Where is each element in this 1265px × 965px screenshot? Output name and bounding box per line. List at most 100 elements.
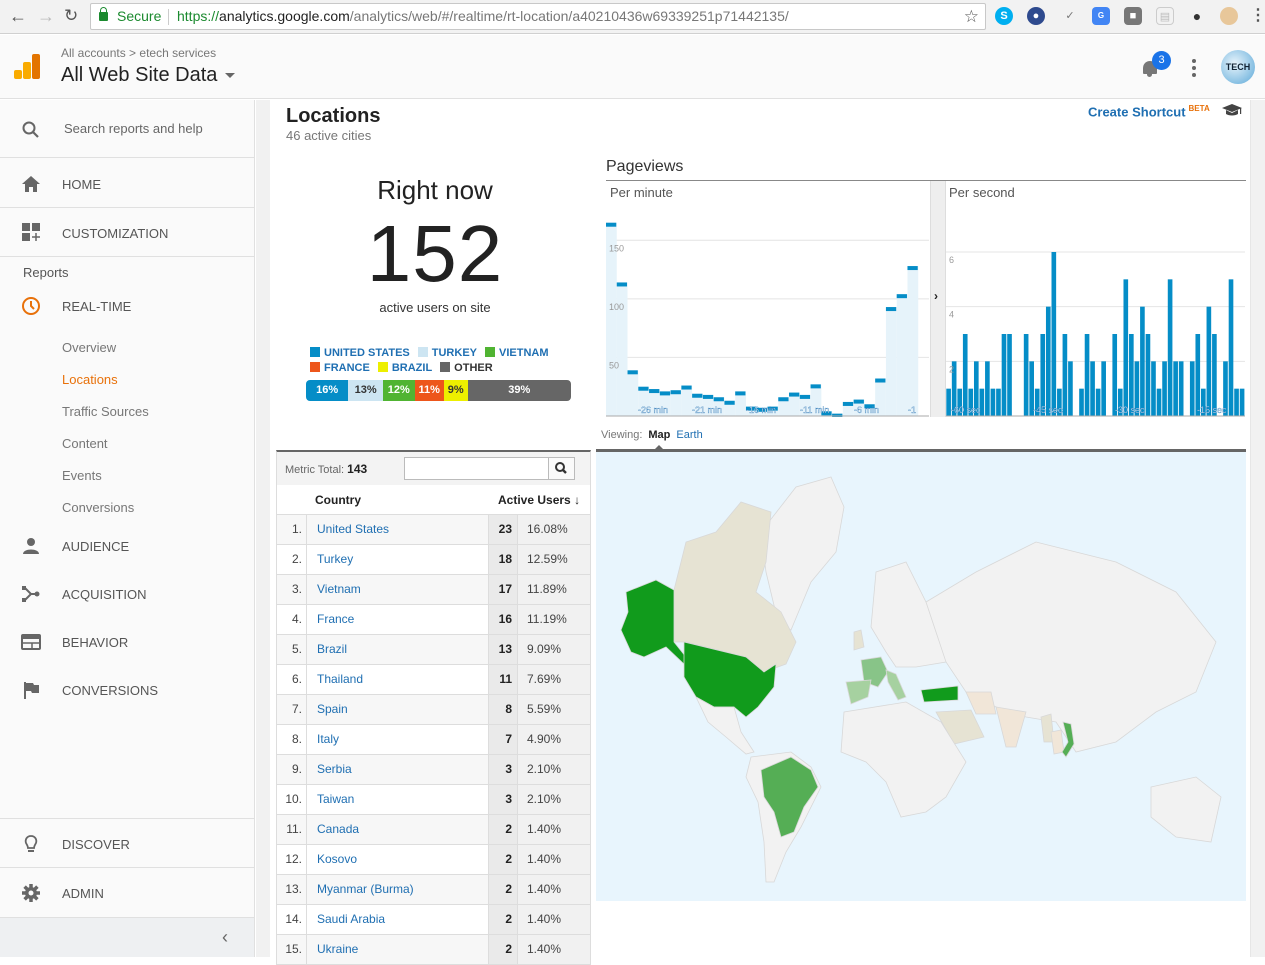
collapse-sidebar-button[interactable]: ‹: [0, 917, 254, 957]
map-region-thailand: [1050, 729, 1065, 755]
sidebar-item-conversions-rt[interactable]: Conversions: [62, 500, 134, 515]
active-users-percent: 5.59%: [527, 702, 562, 716]
bar: [1062, 334, 1068, 416]
sidebar-item-audience[interactable]: AUDIENCE: [0, 528, 254, 564]
column-country[interactable]: Country: [315, 493, 361, 507]
table-row: 6. Thailand 11 7.69%: [276, 665, 591, 695]
sidebar-item-acquisition[interactable]: ACQUISITION: [0, 576, 254, 612]
active-users-percent: 7.69%: [527, 672, 562, 686]
y-tick-label: 2: [949, 364, 954, 374]
palette-icon[interactable]: [1220, 7, 1238, 25]
table-search-button[interactable]: [548, 457, 575, 480]
sidebar-item-home[interactable]: HOME: [0, 159, 254, 208]
bar: [1145, 334, 1151, 416]
sidebar-item-conversions[interactable]: CONVERSIONS: [0, 672, 254, 708]
forward-button[interactable]: →: [37, 6, 55, 27]
breadcrumb-all-accounts[interactable]: All accounts: [61, 46, 126, 60]
active-users-percent: 2.10%: [527, 792, 562, 806]
table-row: 13. Myanmar (Burma) 2 1.40%: [276, 875, 591, 905]
bar: [692, 393, 703, 398]
country-link[interactable]: Serbia: [317, 755, 352, 784]
scroll-gutter: [256, 100, 270, 957]
sidebar-item-admin[interactable]: ADMIN: [0, 867, 254, 916]
bar: [735, 391, 746, 396]
country-link[interactable]: Canada: [317, 815, 359, 844]
graduation-cap-icon[interactable]: [1222, 103, 1242, 117]
create-shortcut-link[interactable]: Create Shortcut BETA: [1088, 104, 1210, 119]
sidebar-item-events[interactable]: Events: [62, 468, 102, 483]
bar: [1040, 334, 1046, 416]
active-users-value: 2: [488, 935, 518, 964]
more-options-icon[interactable]: [1192, 59, 1196, 80]
country-link[interactable]: France: [317, 605, 354, 634]
sidebar-item-overview[interactable]: Overview: [62, 340, 116, 355]
account-avatar[interactable]: TECH: [1221, 50, 1255, 84]
country-link[interactable]: Spain: [317, 695, 348, 724]
page-subtitle: 46 active cities: [286, 128, 372, 143]
bar: [713, 397, 724, 402]
sidebar-item-content[interactable]: Content: [62, 436, 108, 451]
row-rank: 6.: [277, 665, 307, 694]
table-search-input[interactable]: [404, 457, 549, 480]
tab-map[interactable]: Map: [648, 429, 670, 441]
row-rank: 3.: [277, 575, 307, 604]
skype-icon[interactable]: S: [995, 7, 1013, 25]
checkmark-icon[interactable]: ✓: [1061, 7, 1079, 25]
bar: [1151, 361, 1156, 416]
bar: [1167, 279, 1173, 416]
bar: [1212, 334, 1217, 416]
tab-earth[interactable]: Earth: [676, 429, 702, 441]
country-link[interactable]: Myanmar (Burma): [317, 875, 414, 904]
shield-extension-icon[interactable]: ■: [1124, 7, 1142, 25]
active-users-value: 7: [488, 725, 518, 754]
row-rank: 15.: [277, 935, 307, 964]
reload-button[interactable]: ↻: [64, 6, 78, 26]
chrome-menu-icon[interactable]: ⋮: [1250, 7, 1265, 25]
country-link[interactable]: Taiwan: [317, 785, 354, 814]
sidebar-search[interactable]: Search reports and help: [0, 100, 254, 158]
bar: [1178, 361, 1184, 416]
active-users-percent: 11.19%: [527, 612, 567, 626]
bar: [1228, 279, 1234, 416]
sidebar-item-discover[interactable]: DISCOVER: [0, 818, 254, 867]
bar: [1045, 306, 1051, 416]
grid-extension-icon[interactable]: ▤: [1156, 7, 1174, 25]
country-link[interactable]: Kosovo: [317, 845, 357, 874]
country-link[interactable]: Vietnam: [317, 575, 361, 604]
country-link[interactable]: Saudi Arabia: [317, 905, 385, 934]
chart-divider[interactable]: ›: [930, 181, 946, 417]
legend-item: BRAZIL: [377, 361, 432, 376]
bookmark-star-icon[interactable]: ☆: [964, 4, 979, 29]
country-link[interactable]: Turkey: [317, 545, 353, 574]
sidebar-item-customization[interactable]: CUSTOMIZATION: [0, 208, 254, 257]
sidebar-item-locations[interactable]: Locations: [62, 372, 118, 387]
bar: [990, 388, 996, 416]
country-link[interactable]: United States: [317, 515, 389, 544]
property-selector[interactable]: All Web Site Data: [61, 64, 236, 87]
bar: [842, 401, 854, 406]
evernote-icon[interactable]: ●: [1188, 7, 1206, 25]
sidebar-item-behavior[interactable]: BEHAVIOR: [0, 624, 254, 660]
active-users-label: active users on site: [379, 300, 491, 315]
analytics-logo[interactable]: [14, 54, 42, 80]
country-link[interactable]: Ukraine: [317, 935, 358, 964]
country-link[interactable]: Brazil: [317, 635, 347, 664]
active-users-value: 2: [488, 875, 518, 904]
sidebar-item-realtime[interactable]: REAL-TIME: [0, 288, 254, 324]
google-translate-icon[interactable]: G: [1092, 7, 1110, 25]
column-active-users[interactable]: Active Users ↓: [498, 493, 580, 507]
country-link[interactable]: Italy: [317, 725, 339, 754]
sidebar-item-traffic-sources[interactable]: Traffic Sources: [62, 404, 149, 419]
back-button[interactable]: ←: [9, 6, 27, 27]
address-bar[interactable]: Secure https://analytics.google.com/anal…: [90, 3, 986, 30]
breadcrumb-account[interactable]: etech services: [139, 46, 216, 60]
row-rank: 10.: [277, 785, 307, 814]
x-tick-label: -60 sec: [951, 405, 981, 415]
legend-swatch: [310, 362, 320, 372]
country-link[interactable]: Thailand: [317, 665, 363, 694]
beta-badge: BETA: [1188, 104, 1210, 113]
extension-person-icon[interactable]: ●: [1027, 7, 1045, 25]
world-map[interactable]: [596, 449, 1246, 901]
active-users-value: 8: [488, 695, 518, 724]
map-region-turkey: [920, 685, 959, 703]
